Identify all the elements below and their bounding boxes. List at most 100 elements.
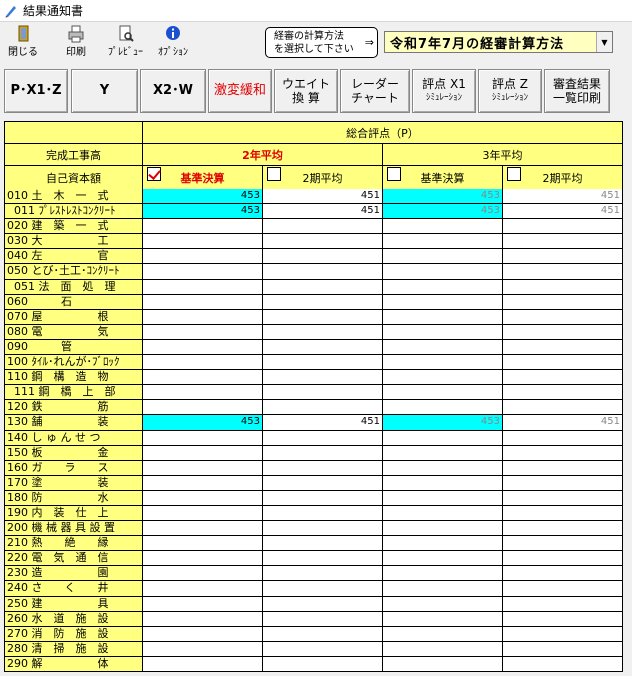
chevron-down-icon[interactable]: ▼ xyxy=(596,32,612,52)
score-cell[interactable] xyxy=(383,475,503,491)
result-list-print-button[interactable]: 審査結果 一覧印刷 xyxy=(544,69,610,113)
score-cell[interactable] xyxy=(143,279,263,295)
score-cell[interactable] xyxy=(263,581,383,597)
score-cell[interactable] xyxy=(263,475,383,491)
score-cell[interactable] xyxy=(383,536,503,552)
score-cell[interactable] xyxy=(503,400,623,416)
score-cell[interactable] xyxy=(263,505,383,522)
score-cell[interactable] xyxy=(503,385,623,401)
score-cell[interactable] xyxy=(383,249,503,265)
score-cell[interactable] xyxy=(143,566,263,582)
score-cell[interactable]: 453 xyxy=(143,204,263,220)
score-cell[interactable]: 453 xyxy=(383,204,503,220)
score-cell[interactable] xyxy=(263,400,383,416)
score-cell[interactable] xyxy=(383,324,503,340)
score-cell[interactable] xyxy=(263,430,383,446)
score-cell[interactable] xyxy=(503,505,623,522)
score-cell[interactable] xyxy=(383,385,503,401)
score-cell[interactable] xyxy=(143,309,263,325)
score-cell[interactable] xyxy=(503,219,623,235)
score-cell[interactable] xyxy=(143,385,263,401)
score-cell[interactable] xyxy=(263,566,383,582)
score-cell[interactable] xyxy=(143,490,263,506)
score-cell[interactable] xyxy=(503,641,623,657)
score-cell[interactable] xyxy=(383,264,503,280)
score-cell[interactable] xyxy=(503,521,623,537)
x1-sim-button[interactable]: 評点 X1 ｼﾐｭﾚｰｼｮﾝ xyxy=(412,69,476,113)
score-cell[interactable] xyxy=(143,581,263,597)
gekihen-button[interactable]: 激変緩和 xyxy=(208,69,272,113)
score-cell[interactable]: 451 xyxy=(263,204,383,220)
score-cell[interactable] xyxy=(263,339,383,356)
score-cell[interactable] xyxy=(383,294,503,310)
score-cell[interactable] xyxy=(503,611,623,627)
score-cell[interactable] xyxy=(503,551,623,567)
score-cell[interactable] xyxy=(383,641,503,657)
weight-button[interactable]: ウエイト換 算 xyxy=(274,69,338,113)
score-cell[interactable] xyxy=(263,490,383,506)
score-cell[interactable] xyxy=(503,294,623,310)
score-cell[interactable] xyxy=(503,460,623,476)
score-cell[interactable] xyxy=(503,355,623,371)
score-cell[interactable] xyxy=(383,234,503,250)
score-cell[interactable] xyxy=(383,505,503,522)
score-cell[interactable] xyxy=(263,219,383,235)
avg3-ki2-header[interactable]: 2期平均 xyxy=(502,165,623,190)
score-cell[interactable] xyxy=(143,521,263,537)
avg3-kijun-header[interactable]: 基準決算 xyxy=(382,165,503,190)
score-cell[interactable] xyxy=(143,551,263,567)
score-cell[interactable] xyxy=(263,536,383,552)
score-cell[interactable]: 451 xyxy=(263,415,383,431)
score-cell[interactable] xyxy=(503,445,623,461)
score-cell[interactable] xyxy=(143,641,263,657)
score-cell[interactable] xyxy=(503,490,623,506)
score-cell[interactable] xyxy=(383,339,503,356)
score-cell[interactable] xyxy=(503,324,623,340)
score-cell[interactable]: 453 xyxy=(383,415,503,431)
score-cell[interactable] xyxy=(143,430,263,446)
score-cell[interactable] xyxy=(503,279,623,295)
score-cell[interactable] xyxy=(263,626,383,642)
score-cell[interactable]: 451 xyxy=(503,204,623,220)
option-button[interactable]: ｵﾌﾟｼｮﾝ xyxy=(158,25,188,58)
score-cell[interactable] xyxy=(383,355,503,371)
avg2-ki2-header[interactable]: 2期平均 xyxy=(262,165,383,190)
score-cell[interactable] xyxy=(383,551,503,567)
score-cell[interactable] xyxy=(263,445,383,461)
score-cell[interactable] xyxy=(143,626,263,642)
score-cell[interactable] xyxy=(503,656,623,672)
score-cell[interactable] xyxy=(263,460,383,476)
score-cell[interactable] xyxy=(503,430,623,446)
score-cell[interactable] xyxy=(383,521,503,537)
score-cell[interactable] xyxy=(143,324,263,340)
preview-button[interactable]: ﾌﾟﾚﾋﾞｭｰ xyxy=(108,25,143,58)
close-button[interactable]: 閉じる xyxy=(8,25,38,58)
score-cell[interactable] xyxy=(263,264,383,280)
score-cell[interactable] xyxy=(263,611,383,627)
score-cell[interactable] xyxy=(383,400,503,416)
score-cell[interactable] xyxy=(383,611,503,627)
pxz-button[interactable]: P･X1･Z xyxy=(4,69,68,113)
score-cell[interactable] xyxy=(383,566,503,582)
score-cell[interactable] xyxy=(143,596,263,612)
calc-method-select[interactable]: 令和7年7月の経審計算方法 ▼ xyxy=(384,31,613,53)
score-cell[interactable] xyxy=(383,219,503,235)
score-cell[interactable] xyxy=(143,264,263,280)
score-cell[interactable] xyxy=(263,324,383,340)
radar-button[interactable]: レーダー チャート xyxy=(340,69,410,113)
score-cell[interactable]: 451 xyxy=(503,189,623,205)
score-cell[interactable] xyxy=(143,219,263,235)
x2w-button[interactable]: X2･W xyxy=(140,69,206,113)
score-cell[interactable] xyxy=(143,611,263,627)
score-cell[interactable]: 451 xyxy=(263,189,383,205)
score-cell[interactable] xyxy=(263,385,383,401)
score-cell[interactable] xyxy=(263,249,383,265)
score-cell[interactable] xyxy=(383,626,503,642)
score-cell[interactable] xyxy=(263,521,383,537)
score-cell[interactable] xyxy=(383,581,503,597)
score-cell[interactable] xyxy=(383,430,503,446)
score-cell[interactable] xyxy=(263,370,383,386)
score-cell[interactable] xyxy=(503,626,623,642)
score-cell[interactable] xyxy=(383,445,503,461)
score-cell[interactable] xyxy=(263,641,383,657)
